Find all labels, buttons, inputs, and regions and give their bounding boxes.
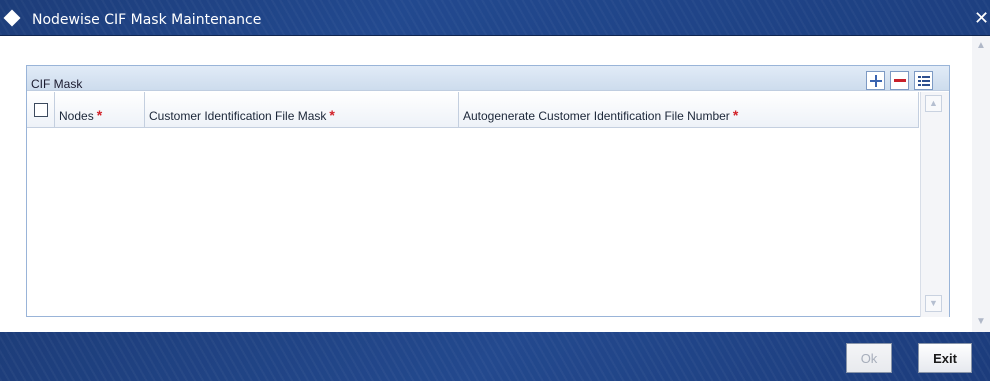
grid-scrollbar[interactable]: ▲ ▼ (920, 92, 949, 317)
select-all-checkbox[interactable] (34, 103, 48, 117)
column-label: Customer Identification File Mask (149, 109, 327, 123)
add-row-button[interactable] (866, 71, 885, 90)
select-all-column (27, 92, 55, 128)
grid-scroll-up-icon[interactable]: ▲ (925, 95, 942, 112)
required-marker: * (329, 107, 335, 123)
column-label: Nodes (59, 109, 94, 123)
minus-icon (893, 79, 906, 82)
delete-row-button[interactable] (890, 71, 909, 90)
grid-body (27, 129, 919, 316)
grid-header: Nodes * Customer Identification File Mask… (27, 92, 919, 128)
panel-title: CIF Mask (31, 77, 83, 91)
plus-icon (869, 74, 882, 87)
panel-header: CIF Mask (27, 66, 949, 91)
window-scrollbar[interactable]: ▲ ▼ (972, 36, 990, 332)
column-header-cif-mask[interactable]: Customer Identification File Mask * (145, 92, 459, 128)
required-marker: * (732, 107, 739, 123)
window-title: Nodewise CIF Mask Maintenance (32, 12, 262, 28)
exit-button[interactable]: Exit (918, 343, 972, 373)
footer-bar: Ok Exit (0, 332, 990, 381)
column-header-nodes[interactable]: Nodes * (55, 92, 145, 128)
single-record-view-button[interactable] (914, 71, 933, 90)
cif-mask-panel: CIF Mask Nodes* Customer Identification (26, 65, 950, 317)
title-bar: Nodewise CIF Mask Maintenance ✕ (0, 0, 990, 36)
scroll-up-icon[interactable]: ▲ (975, 40, 987, 52)
close-icon[interactable]: ✕ (974, 8, 989, 29)
ok-button[interactable]: Ok (846, 343, 892, 373)
window-diamond-icon (3, 9, 21, 27)
column-label: Autogenerate Customer Identification Fil… (463, 109, 730, 123)
list-icon (917, 74, 930, 87)
column-header-autogenerate-cif-number[interactable]: Autogenerate Customer Identification Fil… (459, 92, 919, 128)
grid-scroll-down-icon[interactable]: ▼ (925, 295, 942, 312)
scroll-down-icon[interactable]: ▼ (975, 316, 987, 328)
required-marker: * (96, 107, 103, 123)
